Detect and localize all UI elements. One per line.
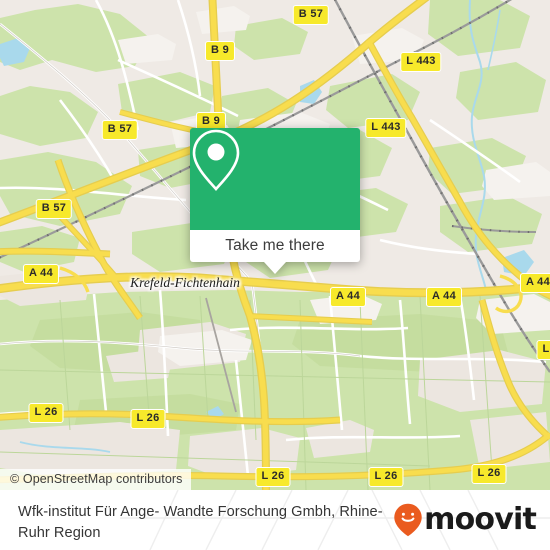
road-shield: L 26 bbox=[471, 464, 507, 484]
road-shield: L 26 bbox=[28, 403, 64, 423]
map-screenshot: Krefeld-Fichtenhain B 57 B 9 L 443 B 57 … bbox=[0, 0, 550, 550]
location-popup[interactable]: Take me there bbox=[190, 128, 360, 274]
popup-tail bbox=[264, 262, 286, 274]
osm-attribution: © OpenStreetMap contributors bbox=[0, 469, 191, 490]
place-label-krefeld-fichtenhain: Krefeld-Fichtenhain bbox=[130, 275, 240, 290]
road-shield: A 44 bbox=[329, 287, 367, 307]
road-shield: B 57 bbox=[101, 120, 139, 140]
take-me-there-label: Take me there bbox=[225, 237, 325, 254]
road-shield: B 57 bbox=[292, 5, 330, 25]
road-shield: L 26 bbox=[368, 467, 404, 487]
moovit-smiley-pin-icon bbox=[394, 503, 422, 537]
moovit-logo[interactable]: moovit bbox=[393, 502, 537, 537]
road-shield: L 443 bbox=[400, 52, 442, 72]
road-shield: A 44 bbox=[22, 264, 60, 284]
road-shield: L bbox=[536, 340, 550, 360]
page-title: Wfk-institut Für Ange- Wandte Forschung … bbox=[18, 504, 383, 541]
popup-footer[interactable]: Take me there bbox=[190, 230, 360, 262]
map-canvas[interactable]: Krefeld-Fichtenhain B 57 B 9 L 443 B 57 … bbox=[0, 0, 550, 490]
road-shield: A 44 bbox=[519, 273, 550, 293]
road-shield: B 57 bbox=[35, 199, 73, 219]
road-shield: L 26 bbox=[130, 409, 166, 429]
road-shield: B 9 bbox=[204, 41, 236, 61]
moovit-wordmark: moovit bbox=[424, 502, 537, 537]
road-shield: A 44 bbox=[425, 287, 463, 307]
popup-header bbox=[190, 128, 360, 230]
road-shield: L 443 bbox=[365, 118, 407, 138]
footer-bar: Wfk-institut Für Ange- Wandte Forschung … bbox=[0, 490, 550, 550]
road-shield: L 26 bbox=[255, 467, 291, 487]
map-pin-icon bbox=[192, 129, 240, 191]
